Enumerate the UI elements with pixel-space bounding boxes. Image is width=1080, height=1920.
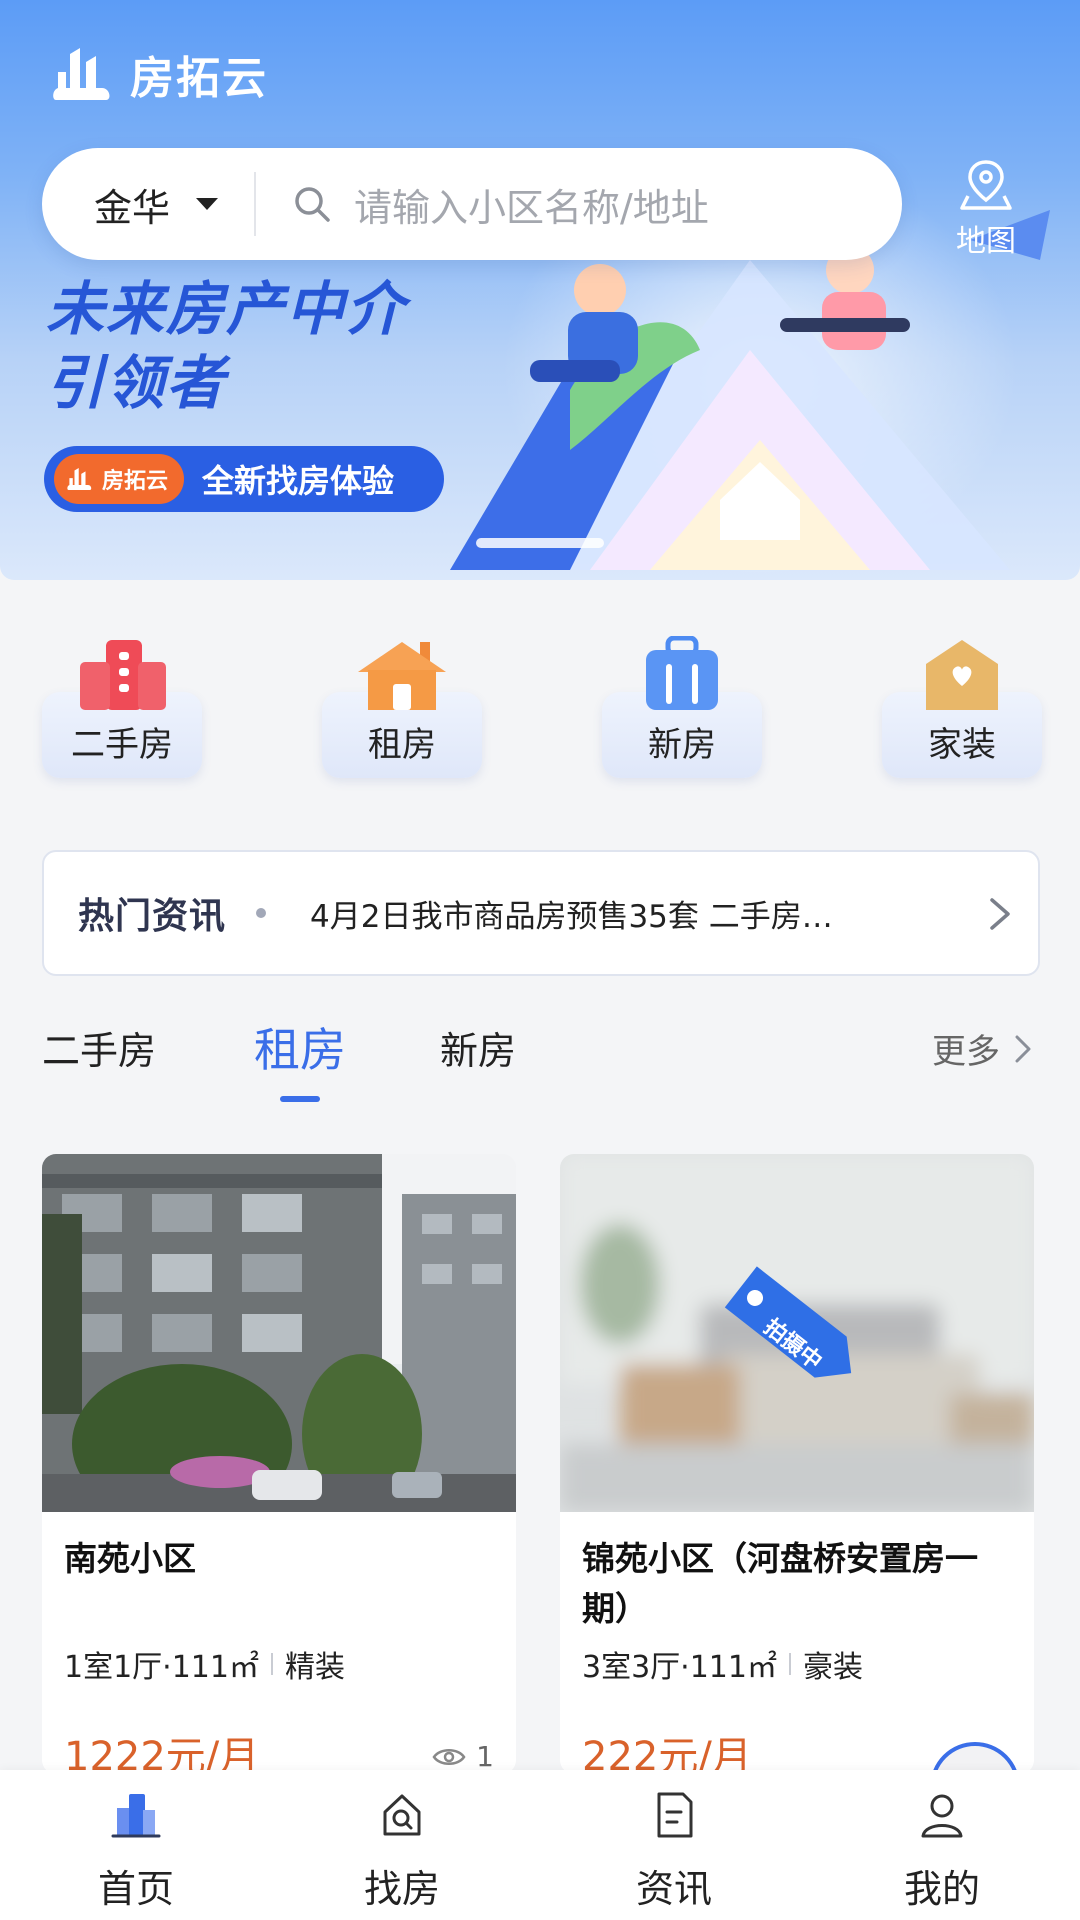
- caret-down-icon: [196, 198, 219, 210]
- more-link[interactable]: 更多: [932, 1024, 1032, 1073]
- user-icon: [921, 1794, 963, 1838]
- listing-layout: 3室3厅·111㎡: [582, 1650, 777, 1685]
- city-selector[interactable]: 金华: [42, 172, 256, 236]
- view-count: 1: [432, 1740, 494, 1773]
- search-input[interactable]: 请输入小区名称/地址: [354, 177, 709, 232]
- listing-card[interactable]: 拍摄中 锦苑小区（河盘桥安置房一期） 3室3厅·111㎡ 豪装 222元/月: [560, 1154, 1034, 1774]
- active-tab-indicator: [280, 1096, 320, 1102]
- listing-tabs: 二手房 租房 新房 更多: [0, 1020, 1080, 1102]
- tab-rent[interactable]: 租房: [254, 1014, 346, 1080]
- listing-card[interactable]: 南苑小区 1室1厅·111㎡ 精装 1222元/月 1: [42, 1154, 516, 1774]
- nav-news[interactable]: 资讯: [594, 1790, 754, 1913]
- listing-photo: [42, 1154, 516, 1524]
- view-count-value: 1: [476, 1740, 494, 1773]
- app-name: 房拓云: [130, 53, 268, 104]
- map-pin-icon: [960, 160, 1012, 210]
- pill-text: 全新找房体验: [202, 462, 395, 500]
- nav-mine[interactable]: 我的: [862, 1790, 1022, 1913]
- category-rent[interactable]: 租房: [322, 636, 482, 778]
- pill-brand: 房拓云: [54, 454, 185, 504]
- category-decoration[interactable]: 家装: [882, 636, 1042, 778]
- pill-brand-text: 房拓云: [102, 469, 169, 494]
- carousel-indicator: [476, 538, 604, 548]
- listing-price: 1222元/月: [64, 1734, 260, 1774]
- category-grid: 二手房 租房 新房 家装: [0, 636, 1080, 786]
- building-icon: [80, 640, 166, 710]
- more-label: 更多: [932, 1032, 1000, 1072]
- logo-icon: [67, 467, 92, 491]
- news-doc-icon: [657, 1792, 693, 1838]
- listing-decoration: 精装: [284, 1650, 345, 1685]
- map-label: 地图: [956, 224, 1016, 259]
- news-title: 热门资讯: [78, 896, 227, 937]
- nav-label: 找房: [363, 1867, 440, 1911]
- category-label: 租房: [368, 725, 436, 765]
- listing-spec: 1室1厅·111㎡ 精装: [64, 1642, 345, 1686]
- banner-slogan: 未来房产中介 引领者: [46, 272, 406, 420]
- bottom-nav: 首页 找房 资讯 我的: [0, 1770, 1080, 1920]
- find-house-icon: [383, 1794, 421, 1836]
- listing-name: 南苑小区: [64, 1539, 196, 1578]
- listing-layout: 1室1厅·111㎡: [64, 1650, 259, 1685]
- bag-building-icon: [646, 636, 718, 710]
- divider: [788, 1653, 791, 1675]
- nav-label: 资讯: [635, 1867, 712, 1911]
- banner-tagline: 房拓云 全新找房体验: [44, 446, 444, 512]
- hot-news-bar[interactable]: 热门资讯 4月2日我市商品房预售35套 二手房…: [42, 850, 1040, 976]
- search-icon: [295, 187, 330, 222]
- tab-new-house[interactable]: 新房: [440, 1020, 516, 1075]
- listing-decoration: 豪装: [802, 1650, 863, 1685]
- nav-label: 我的: [903, 1867, 980, 1911]
- search-bar[interactable]: 金华 请输入小区名称/地址: [42, 148, 902, 260]
- app-logo: 房拓云: [50, 42, 268, 106]
- slogan-line-1: 未来房产中介: [46, 275, 407, 343]
- home-building-icon: [111, 1794, 161, 1838]
- eye-icon: [432, 1748, 466, 1765]
- category-label: 新房: [648, 725, 716, 765]
- category-label: 家装: [928, 725, 996, 765]
- category-secondhand[interactable]: 二手房: [42, 636, 202, 778]
- nav-find-house[interactable]: 找房: [322, 1790, 482, 1913]
- listing-name: 锦苑小区（河盘桥安置房一期）: [582, 1539, 978, 1628]
- chevron-right-icon: [1015, 1035, 1031, 1062]
- tab-secondhand[interactable]: 二手房: [42, 1020, 156, 1075]
- chevron-right-icon: [990, 898, 1010, 930]
- nav-home[interactable]: 首页: [56, 1790, 216, 1913]
- news-dot: [256, 908, 267, 918]
- news-headline[interactable]: 4月2日我市商品房预售35套 二手房…: [310, 891, 870, 936]
- nav-label: 首页: [97, 1867, 174, 1911]
- slogan-line-2: 引领者: [46, 349, 227, 417]
- house-icon: [358, 642, 446, 710]
- divider: [270, 1653, 273, 1675]
- logo-icon: [53, 48, 110, 100]
- listing-price: 222元/月: [582, 1734, 752, 1774]
- category-label: 二手房: [71, 725, 173, 765]
- category-new-house[interactable]: 新房: [602, 636, 762, 778]
- map-button[interactable]: 地图: [950, 156, 1022, 260]
- heart-house-icon: [926, 640, 998, 710]
- listing-spec: 3室3厅·111㎡ 豪装: [582, 1642, 863, 1686]
- hero-banner[interactable]: 房拓云 金华 请输入小区名称/地址 地图 未来房产中介 引领者 房拓云 全新找房…: [0, 0, 1080, 580]
- city-name: 金华: [94, 185, 171, 230]
